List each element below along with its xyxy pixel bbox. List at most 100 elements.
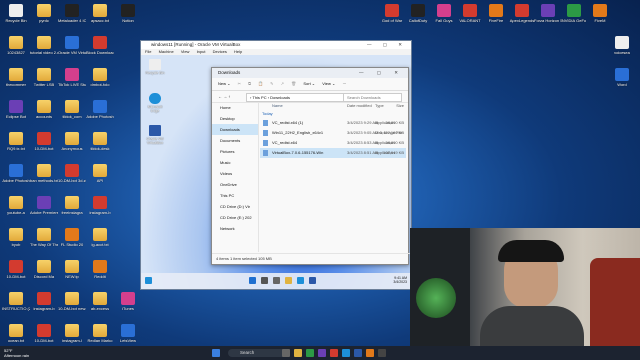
desktop-icon[interactable]: LetsView	[114, 324, 142, 343]
explorer-window-controls[interactable]: — ▢ ✕	[359, 68, 404, 78]
desktop-icon[interactable]: voicesea	[608, 36, 636, 55]
rename-icon[interactable]: ✎	[270, 78, 273, 90]
menu-view[interactable]: View	[181, 49, 190, 54]
desktop-icon[interactable]: ocean.txt	[2, 324, 30, 343]
desktop-icon[interactable]: NVIDIA GeFo	[560, 4, 588, 23]
weather-widget[interactable]: 52°F Afternoon rain	[4, 348, 29, 358]
vm-title-bar[interactable]: windows11 [Running] - Oracle VM VirtualB…	[141, 41, 411, 49]
nav-pictures[interactable]: Pictures	[212, 146, 258, 157]
vm-edge[interactable]: Microsoft Edge	[145, 93, 165, 113]
app-icon[interactable]	[330, 349, 338, 357]
start-icon[interactable]	[212, 349, 220, 357]
desktop-icon[interactable]: 10243827	[2, 36, 30, 55]
nav-this-pc[interactable]: This PC	[212, 190, 258, 201]
nav-music[interactable]: Music	[212, 157, 258, 168]
desktop-icon[interactable]: tiktok-desk	[86, 132, 114, 151]
copy-icon[interactable]: ⧉	[248, 78, 251, 90]
window-controls[interactable]: — ▢ ✕	[367, 41, 407, 49]
desktop-icon[interactable]: 10-DM-bot	[30, 324, 58, 343]
desktop-icon[interactable]: Anonymous	[58, 132, 86, 151]
vm-clock[interactable]: 9:41 AM 3/4/2023	[393, 276, 407, 284]
desktop-icon[interactable]: Adobe Photosh	[86, 100, 114, 119]
desktop-icon[interactable]: Recycle Bin	[2, 4, 30, 23]
vm-edge-icon[interactable]	[297, 277, 304, 284]
desktop-icon[interactable]: NEW.tp	[58, 260, 86, 279]
nav-desktop[interactable]: Desktop	[212, 113, 258, 124]
search-input[interactable]: Search Downloads	[343, 93, 402, 102]
nav-onedrive[interactable]: OneDrive	[212, 179, 258, 190]
desktop-icon[interactable]: INSTRUCTIO (2).txt	[2, 292, 30, 311]
desktop-icon[interactable]: API	[86, 164, 114, 183]
virtualbox-taskbar-icon[interactable]	[354, 349, 362, 357]
desktop-icon[interactable]: accounts	[30, 100, 58, 119]
vm-guest-screen[interactable]: Recycle Bin Microsoft Edge Oracle VM Vir…	[141, 55, 412, 289]
desktop-icon[interactable]: apsacc.txt	[86, 4, 114, 23]
menu-file[interactable]: File	[145, 49, 151, 54]
desktop-icon[interactable]: Eclipse Bot	[2, 100, 30, 119]
desktop-icon[interactable]: FL Studio 20	[58, 228, 86, 247]
taskbar-search[interactable]: Search	[228, 349, 288, 357]
file-row[interactable]: VC_redist.x64 (1) 3/4/2023 9:29 AM Applica…	[260, 118, 406, 128]
desktop-icon[interactable]: freeinstagra	[58, 196, 86, 215]
virtualbox-window[interactable]: windows11 [Running] - Oracle VM VirtualB…	[140, 40, 412, 290]
app-icon[interactable]	[318, 349, 326, 357]
desktop-icon[interactable]: Redlan Marko	[86, 324, 114, 343]
desktop-icon[interactable]: Adobe Premiere P	[30, 196, 58, 215]
desktop-icon[interactable]: Metaloader 4 IC Markets	[58, 4, 86, 23]
desktop-icon[interactable]: RQ9.tx.txt	[2, 132, 30, 151]
desktop-icon[interactable]: FiveM	[586, 4, 614, 23]
vm-widgets-icon[interactable]	[145, 277, 152, 284]
file-explorer-window[interactable]: Downloads — ▢ ✕ New ⌄ ✂ ⧉ 📋 ✎ ↗ 🗑 Sort ⌄…	[211, 67, 412, 265]
desktop-icon[interactable]: CallofDuty	[404, 4, 432, 23]
chrome-icon[interactable]	[306, 349, 314, 357]
file-row[interactable]: Win11_22H2_English_x64v1 3/4/2023 9:05 AM…	[260, 128, 406, 138]
desktop-icon[interactable]: The Way Of The Superi	[30, 228, 58, 247]
desktop-icon[interactable]: dmbot-folo	[86, 68, 114, 87]
col-name[interactable]: Name	[272, 102, 283, 110]
desktop-icon[interactable]: FiveFire	[482, 4, 510, 23]
vm-search-icon[interactable]	[261, 277, 268, 284]
col-type[interactable]: Type	[375, 102, 384, 110]
desktop-icon[interactable]: Discord Ma	[30, 260, 58, 279]
desktop-icon[interactable]: ban methods.txt	[30, 164, 58, 183]
desktop-icon[interactable]: 10-DM-bot 3d.zip	[58, 164, 86, 183]
cut-icon[interactable]: ✂	[238, 78, 241, 90]
vm-virtualbox[interactable]: Oracle VM VirtualBox	[145, 125, 165, 145]
sort-button[interactable]: Sort ⌄	[303, 78, 315, 90]
nav-downloads[interactable]: Downloads	[212, 124, 258, 135]
desktop-icon[interactable]: Notion	[114, 4, 142, 23]
col-date[interactable]: Date modified	[347, 102, 372, 110]
menu-help[interactable]: Help	[234, 49, 242, 54]
desktop-icon[interactable]: iTunes	[114, 292, 142, 311]
desktop-icon[interactable]: Fall Guys	[430, 4, 458, 23]
file-row[interactable]: VirtualBox-7.0.6-155176-Win 3/4/2023 8:51…	[260, 148, 406, 158]
file-explorer-icon[interactable]	[294, 349, 302, 357]
col-size[interactable]: Size	[396, 102, 404, 110]
more-button[interactable]: ···	[342, 78, 346, 90]
desktop-icon[interactable]: byob	[2, 228, 30, 247]
desktop-icon[interactable]: Block Downloader	[86, 36, 114, 55]
nav-network[interactable]: Network	[212, 223, 258, 234]
desktop-icon[interactable]: ab-excess	[86, 292, 114, 311]
desktop-icon[interactable]: Reddit	[86, 260, 114, 279]
desktop-icon[interactable]: tiktok_com	[58, 100, 86, 119]
desktop-icon[interactable]: VALORANT	[456, 4, 484, 23]
app-icon[interactable]	[342, 349, 350, 357]
desktop-icon[interactable]: Oracle VM VirtualBox	[58, 36, 86, 55]
desktop-icon[interactable]: 10-DM-bot	[2, 260, 30, 279]
desktop-icon[interactable]: instagram-b	[86, 196, 114, 215]
desktop-icon[interactable]: thecommer	[2, 68, 30, 87]
vm-start-icon[interactable]	[249, 277, 256, 284]
vm-store-icon[interactable]	[309, 277, 316, 284]
desktop-icon[interactable]: Word	[608, 68, 636, 87]
nav-videos[interactable]: Videos	[212, 168, 258, 179]
address-bar[interactable]: › This PC › Downloads	[246, 93, 347, 102]
new-button[interactable]: New ⌄	[218, 78, 230, 90]
nav-cd-drive-e[interactable]: CD Drive (E:) 202	[212, 212, 258, 223]
desktop-icon[interactable]: instagram-l	[58, 324, 86, 343]
nav-documents[interactable]: Documents	[212, 135, 258, 146]
group-header-today[interactable]: Today	[260, 110, 406, 118]
desktop-icon[interactable]: ig-acct.txt	[86, 228, 114, 247]
explorer-title-bar[interactable]: Downloads — ▢ ✕	[212, 68, 408, 78]
desktop-icon[interactable]: instagram-b	[30, 292, 58, 311]
